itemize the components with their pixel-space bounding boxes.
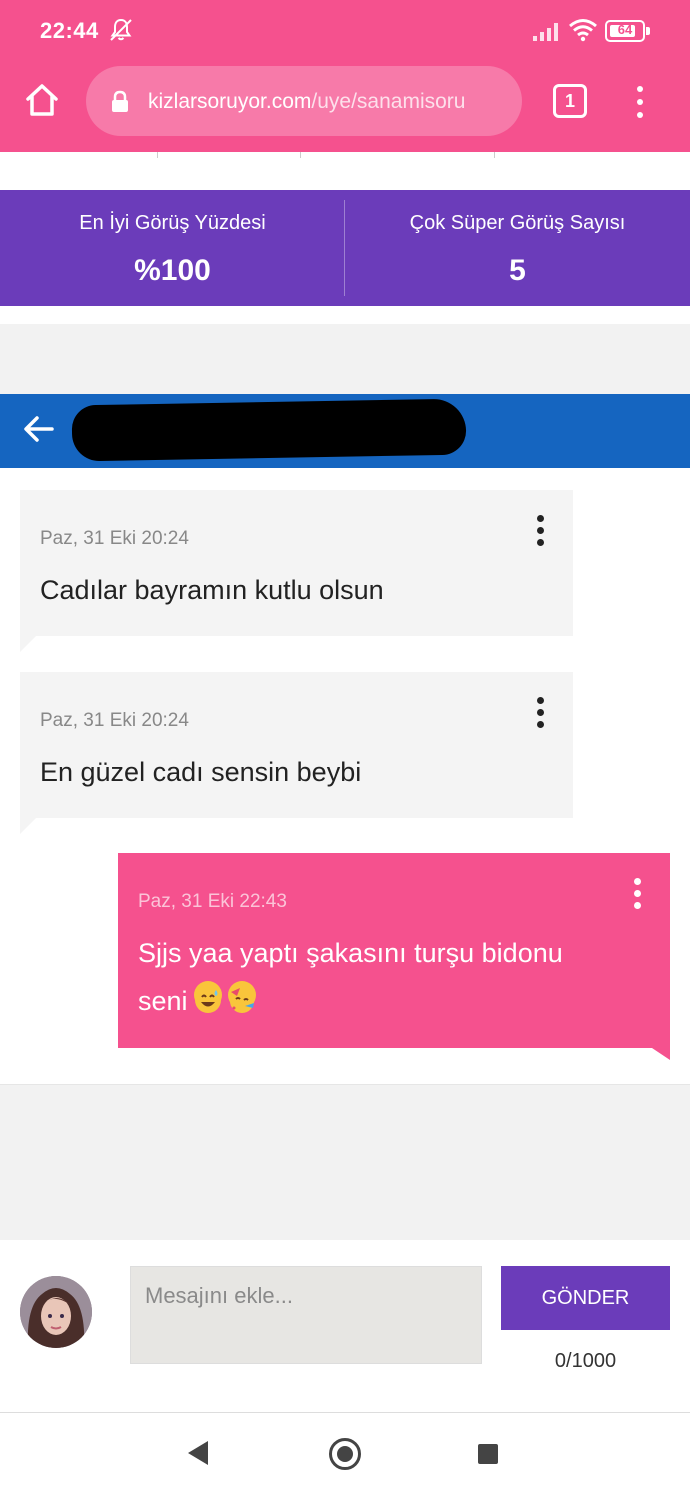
url-path: /uye/sanamisoru <box>311 90 466 113</box>
stat-super-opinion-count: Çok Süper Görüş Sayısı 5 <box>345 190 690 306</box>
browser-chrome: 22:44 64 kizlarsoruyor.com/uye/sanamisor… <box>0 0 690 152</box>
url-text: kizlarsoruyor.com/uye/sanamisoru <box>148 90 508 114</box>
battery-level: 64 <box>617 22 633 37</box>
chat-header <box>0 394 690 468</box>
message-input[interactable] <box>130 1266 482 1364</box>
back-arrow-icon[interactable] <box>22 412 56 446</box>
stat-best-opinion: En İyi Görüş Yüzdesi %100 <box>0 190 345 306</box>
message-timestamp: Paz, 31 Eki 22:43 <box>138 891 287 912</box>
send-button[interactable]: GÖNDER <box>501 1266 670 1330</box>
divider-ticks <box>0 152 690 158</box>
message-text-line: Sjjs yaa yaptı şakasını turşu bidonu <box>138 938 563 968</box>
address-bar[interactable]: kizlarsoruyor.com/uye/sanamisoru <box>86 66 522 136</box>
status-time: 22:44 <box>40 18 99 43</box>
message-text: Sjjs yaa yaptı şakasını turşu bidonu sen… <box>138 929 563 1025</box>
stat-label: Çok Süper Görüş Sayısı <box>409 212 626 234</box>
compose-area: GÖNDER 0/1000 <box>0 1240 690 1412</box>
redaction-mark <box>71 398 467 462</box>
message-outgoing: Paz, 31 Eki 22:43 Sjjs yaa yaptı şakasın… <box>118 853 670 1060</box>
bubble-tail <box>652 1048 670 1060</box>
avatar <box>20 1276 92 1348</box>
bubble-tail <box>20 636 36 652</box>
message-incoming: Paz, 31 Eki 20:24 En güzel cadı sensin b… <box>20 672 573 834</box>
message-text-word: seni <box>138 986 188 1016</box>
system-navigation-bar <box>0 1412 690 1495</box>
stat-value: 5 <box>509 254 526 287</box>
nav-home-icon[interactable] <box>329 1438 361 1470</box>
cell-signal-icon <box>533 23 558 41</box>
tab-switcher-button[interactable]: 1 <box>553 84 587 118</box>
url-domain: kizlarsoruyor.com <box>148 90 312 113</box>
more-options-icon[interactable] <box>628 82 652 122</box>
message-text: En güzel cadı sensin beybi <box>40 757 362 787</box>
message-options-icon[interactable] <box>632 877 642 911</box>
home-icon[interactable] <box>22 80 62 120</box>
message-text: Cadılar bayramın kutlu olsun <box>40 575 384 605</box>
message-timestamp: Paz, 31 Eki 20:24 <box>40 528 189 549</box>
lock-icon <box>112 90 128 112</box>
spacer <box>0 1084 690 1240</box>
spacer <box>0 324 690 394</box>
bubble-tail <box>20 818 36 834</box>
wifi-icon <box>569 19 597 42</box>
bell-off-icon <box>110 18 132 41</box>
grinning-sweat-emoji <box>193 981 222 1013</box>
nav-recents-icon[interactable] <box>478 1444 498 1464</box>
battery-icon: 64 <box>605 20 651 42</box>
message-list: Paz, 31 Eki 20:24 Cadılar bayramın kutlu… <box>0 468 690 1084</box>
browser-toolbar: kizlarsoruyor.com/uye/sanamisoru 1 <box>0 62 690 152</box>
message-options-icon[interactable] <box>535 514 545 548</box>
status-bar: 22:44 64 <box>0 0 690 62</box>
nav-back-icon[interactable] <box>188 1441 208 1465</box>
message-timestamp: Paz, 31 Eki 20:24 <box>40 710 189 731</box>
message-incoming: Paz, 31 Eki 20:24 Cadılar bayramın kutlu… <box>20 490 573 652</box>
stat-label: En İyi Görüş Yüzdesi <box>79 212 266 234</box>
face-with-party-horn-emoji <box>227 981 256 1013</box>
character-counter: 0/1000 <box>554 1350 617 1372</box>
stats-banner: En İyi Görüş Yüzdesi %100 Çok Süper Görü… <box>0 190 690 306</box>
message-text-line-2: seni <box>138 977 563 1025</box>
message-options-icon[interactable] <box>535 696 545 730</box>
page-content: En İyi Görüş Yüzdesi %100 Çok Süper Görü… <box>0 152 690 1412</box>
stat-value: %100 <box>134 254 211 287</box>
